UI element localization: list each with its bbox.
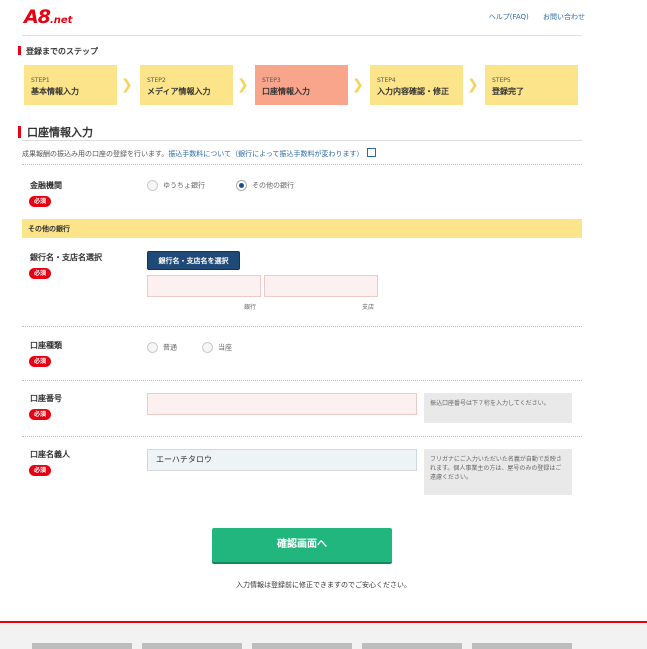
radio-ordinary[interactable]: 普通: [147, 342, 177, 353]
account-holder-help: フリガナにご入力いただいた名義が自動で反映されます。個人事業主の方は、屋号のみの…: [424, 449, 572, 495]
required-badge: 必須: [29, 196, 51, 207]
radio-ordinary-label: 普通: [163, 343, 177, 352]
radio-unchecked-icon: [202, 342, 213, 353]
other-bank-heading-text: その他の銀行: [28, 225, 70, 233]
contact-link[interactable]: お問い合わせ: [543, 13, 585, 21]
other-bank-heading: その他の銀行: [22, 219, 582, 238]
footnote: 入力情報は登録前に修正できますのでご安心ください。: [236, 581, 411, 589]
transfer-fee-link[interactable]: 振込手数料について（銀行によって振込手数料が変わります）: [168, 150, 363, 158]
required-badge: 必須: [29, 356, 51, 367]
account-type-label: 口座種類: [30, 341, 62, 350]
step-5: STEP5 登録完了: [485, 65, 578, 105]
branch-name-field[interactable]: [264, 275, 378, 297]
chevron-right-icon: ❯: [121, 77, 133, 93]
account-holder-field[interactable]: エーハチタロウ: [147, 449, 417, 471]
footer-link[interactable]: [252, 643, 352, 649]
step-3: STEP3 口座情報入力: [255, 65, 348, 105]
section-title: 口座情報入力: [18, 124, 93, 140]
help-faq-link[interactable]: ヘルプ(FAQ): [489, 13, 529, 21]
account-number-label: 口座番号: [30, 394, 62, 403]
account-holder-label: 口座名義人: [30, 450, 70, 459]
step-5-label: 登録完了: [492, 87, 524, 96]
radio-yucho-bank[interactable]: ゆうちょ銀行: [147, 180, 205, 191]
radio-other-bank[interactable]: その他の銀行: [236, 180, 294, 191]
header-divider: [22, 35, 582, 36]
radio-unchecked-icon: [147, 180, 158, 191]
bank-branch-label: 銀行名・支店名選択: [30, 253, 102, 262]
account-number-field[interactable]: [147, 393, 417, 415]
row-divider: [22, 164, 582, 165]
footer: [0, 621, 647, 649]
step-1: STEP1 基本情報入力: [24, 65, 117, 105]
footer-link[interactable]: [32, 643, 132, 649]
footer-link[interactable]: [142, 643, 242, 649]
step-2-number: STEP2: [147, 77, 166, 84]
step-progress: STEP1 基本情報入力 ❯ STEP2 メディア情報入力 ❯ STEP3 口座…: [24, 65, 584, 105]
chevron-right-icon: ❯: [467, 77, 479, 93]
row-divider: [22, 380, 582, 381]
intro-text: 成果報酬の振込み用の口座の登録を行います。: [22, 150, 169, 158]
steps-title: 登録までのステップ: [18, 46, 98, 57]
required-badge: 必須: [29, 268, 51, 279]
section-divider: [22, 140, 582, 141]
section-intro: 成果報酬の振込み用の口座の登録を行います。振込手数料について（銀行によって振込手…: [22, 148, 376, 159]
step-2: STEP2 メディア情報入力: [140, 65, 233, 105]
step-4-label: 入力内容確認・修正: [377, 87, 449, 96]
account-number-help: 振込口座番号は下７桁を入力してください。: [424, 393, 572, 423]
radio-yucho-label: ゆうちょ銀行: [163, 181, 205, 190]
bank-name-field[interactable]: [147, 275, 261, 297]
header-links: ヘルプ(FAQ) お問い合わせ: [477, 12, 585, 22]
footer-link[interactable]: [472, 643, 572, 649]
institution-label: 金融機関: [30, 181, 62, 190]
radio-checked-icon: [236, 180, 247, 191]
radio-checking-label: 当座: [218, 343, 232, 352]
step-3-label: 口座情報入力: [262, 87, 310, 96]
select-bank-branch-button[interactable]: 銀行名・支店名を選択: [147, 251, 240, 270]
confirm-button[interactable]: 確認画面へ: [212, 528, 392, 564]
step-1-number: STEP1: [31, 77, 50, 84]
step-4: STEP4 入力内容確認・修正: [370, 65, 463, 105]
step-1-label: 基本情報入力: [31, 87, 79, 96]
logo-sub: .net: [49, 15, 73, 26]
chevron-right-icon: ❯: [352, 77, 364, 93]
radio-unchecked-icon: [147, 342, 158, 353]
step-5-number: STEP5: [492, 77, 511, 84]
bank-caption: 銀行: [244, 304, 257, 311]
radio-other-label: その他の銀行: [252, 181, 294, 190]
footer-link[interactable]: [362, 643, 462, 649]
pdf-icon[interactable]: [366, 148, 376, 157]
logo-main: A8: [24, 6, 51, 28]
required-badge: 必須: [29, 465, 51, 476]
row-divider: [22, 436, 582, 437]
step-3-number: STEP3: [262, 77, 281, 84]
row-divider: [22, 326, 582, 327]
required-badge: 必須: [29, 409, 51, 420]
branch-caption: 支店: [362, 304, 375, 311]
step-2-label: メディア情報入力: [147, 87, 211, 96]
radio-checking[interactable]: 当座: [202, 342, 232, 353]
chevron-right-icon: ❯: [237, 77, 249, 93]
step-4-number: STEP4: [377, 77, 396, 84]
a8net-logo[interactable]: A8.net: [24, 6, 72, 28]
page: A8.net ヘルプ(FAQ) お問い合わせ 登録までのステップ STEP1 基…: [0, 0, 647, 649]
